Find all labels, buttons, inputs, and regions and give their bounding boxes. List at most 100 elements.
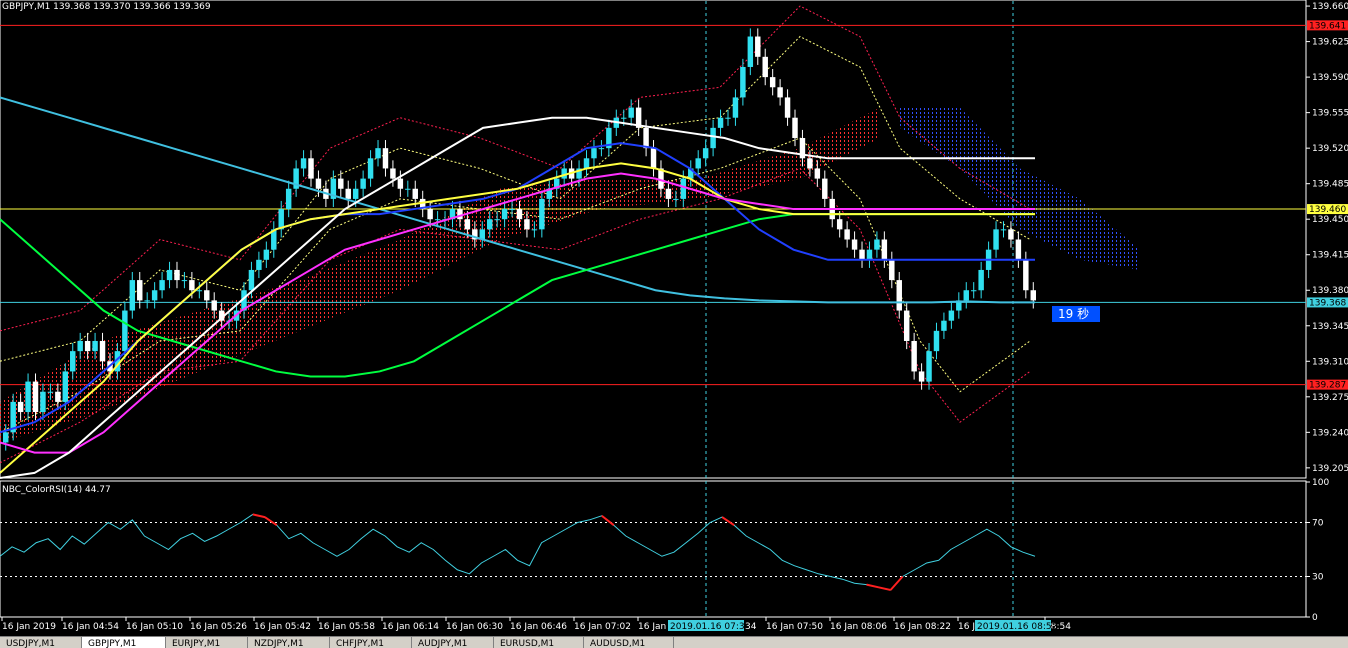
price-level-label: 139.641 [1309,21,1346,31]
candle-body [777,87,783,98]
candle-body [308,158,314,179]
time-tick-label: 16 Jan 07:02 [574,622,631,632]
candle-body [501,209,508,220]
candle-body [583,158,590,169]
candle-body [159,280,165,291]
candle-body [710,127,716,149]
candle-body [122,310,128,352]
candle-body [866,249,873,260]
candle-body [367,158,374,179]
candle-body [844,229,850,240]
candle-body [725,117,731,119]
price-level-label: 139.460 [1309,205,1346,215]
symbol-tab[interactable]: EURJPY,M1 [166,637,248,648]
candle-body [62,371,69,402]
candle-body [360,178,366,189]
symbol-tab[interactable]: EURUSD,M1 [494,637,584,648]
candle-body [77,340,83,352]
candle-body [345,188,351,199]
candle-body [315,178,322,189]
candle-body [926,351,932,382]
candle-body [643,127,649,149]
time-tick-label: 16 Jan 05:10 [126,622,183,632]
candle-body [963,290,969,301]
time-tick-label: 16 Jan 05:42 [254,622,311,632]
candle-body [859,249,865,260]
time-tick-label: 16 Jan 05:26 [190,622,247,632]
candle-body [166,269,173,281]
time-tick-label: 16 Jan 05:58 [318,622,375,632]
price-tick-label: 139.275 [1312,393,1348,403]
candle-body [993,229,999,250]
time-tick-label: 16 Jan 08:22 [894,622,951,632]
candle-body [792,117,798,139]
candle-body [285,188,292,210]
candle-body [382,148,389,169]
candle-body [903,310,910,341]
candle-body [434,219,441,221]
time-tick-label: 16 Jan 06:14 [382,622,439,632]
candle-body [717,117,724,128]
candle-body [92,340,98,352]
rsi-tick-label: 100 [1312,478,1329,488]
price-tick-label: 139.625 [1312,38,1348,48]
candle-body [181,280,188,282]
symbol-tab[interactable]: AUDJPY,M1 [412,637,494,648]
time-tick-label: 16 Jan 07:50 [766,622,823,632]
symbol-tab[interactable]: GBPJPY,M1 [82,637,166,648]
candle-body [747,36,754,67]
candle-body [740,66,746,98]
candle-body [47,391,54,393]
candle-body [248,269,255,291]
chart-canvas[interactable]: 100 70 30 0 139.660 139.625 139.590 139.555 139… [0,0,1348,636]
symbol-tab[interactable]: USDJPY,M1 [0,637,82,648]
candle-body [137,280,143,301]
candle-body [762,56,768,78]
symbol-tab[interactable]: CHFJPY,M1 [330,637,412,648]
price-level-label: 139.368 [1309,298,1346,308]
candle-body [769,77,776,88]
timer-badge: 19 秒 [1052,306,1100,322]
candle-body [978,269,984,291]
candle-body [881,239,888,260]
rsi-tick-label: 70 [1312,519,1324,529]
candle-body [1030,290,1036,301]
candle-body [524,219,530,230]
price-tick-label: 139.345 [1312,322,1348,332]
candle-body [695,158,701,169]
rsi-tick-label: 0 [1312,613,1318,623]
candle-body [189,280,195,291]
candle-body [1023,259,1029,291]
price-tick-label: 139.520 [1312,144,1348,154]
symbol-tab[interactable]: NZDJPY,M1 [248,637,330,648]
candle-body [17,401,24,413]
candle-body [464,219,471,230]
candle-body [918,371,925,382]
candle-body [680,178,687,199]
candle-body [941,320,947,331]
time-tick-label: 16 Jan 04:54 [62,622,119,632]
candle-body [807,158,813,169]
candle-body [256,259,262,270]
candle-body [621,117,627,119]
candle-body [84,340,91,352]
candle-body [1015,239,1022,260]
symbol-tab[interactable]: AUDUSD,M1 [584,637,674,648]
chart-title: GBPJPY,M1 139.368 139.370 139.366 139.36… [2,2,211,12]
candle-body [405,188,411,190]
candle-body [352,188,359,199]
candle-body [263,249,270,260]
time-tick-label: 16 J [958,622,975,632]
price-tick-label: 139.205 [1312,464,1348,474]
candle-body [174,269,180,281]
candle-body [204,290,210,301]
candle-body [144,300,150,302]
candle-body [650,148,657,169]
price-tick-label: 139.485 [1312,180,1348,190]
candle-body [911,340,917,372]
candle-body [539,198,545,230]
candle-body [300,158,307,169]
crosshair-time-suffix: 34 [745,622,757,632]
candle-body [32,381,39,413]
candle-body [896,280,902,311]
